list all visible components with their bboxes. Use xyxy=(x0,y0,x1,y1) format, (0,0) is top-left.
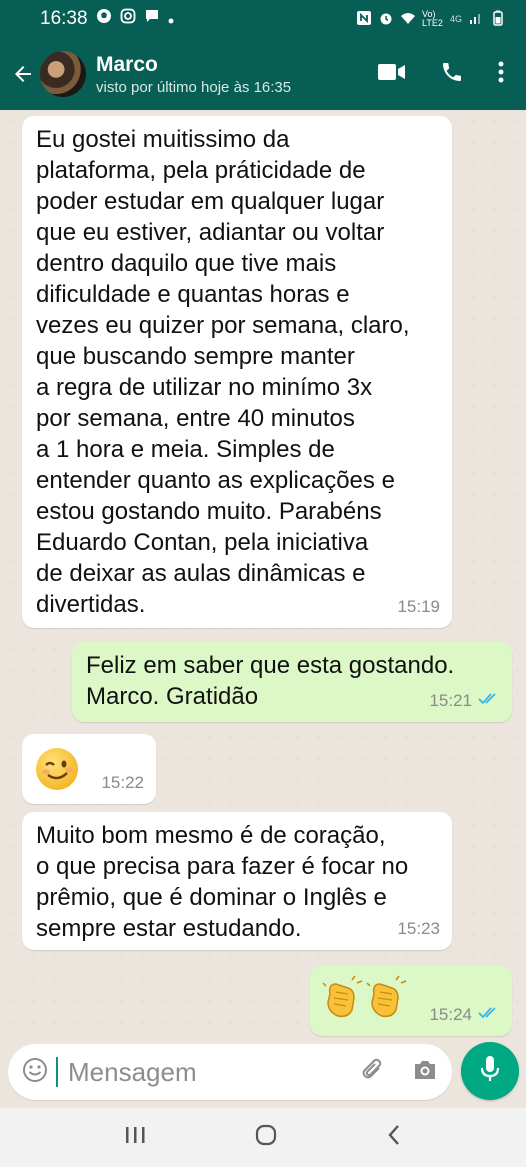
home-icon[interactable] xyxy=(254,1123,278,1152)
voice-message-button[interactable] xyxy=(461,1042,519,1100)
message-bubble-outgoing[interactable]: Feliz em saber que esta gostando. Marco.… xyxy=(72,642,512,722)
message-bubble-incoming[interactable]: Muito bom mesmo é de coração, o que prec… xyxy=(22,812,452,950)
camera-icon[interactable] xyxy=(412,1058,438,1087)
clapping-hands-icon xyxy=(322,974,364,1020)
text-cursor xyxy=(56,1057,58,1087)
chat-header: Marco visto por último hoje às 16:35 xyxy=(0,38,526,110)
video-call-icon[interactable] xyxy=(378,62,406,87)
message-time: 15:24 xyxy=(429,1005,472,1024)
message-text: Eu gostei muitissimo da plataforma, pela… xyxy=(36,126,410,618)
message-input[interactable] xyxy=(68,1056,308,1088)
recent-apps-icon[interactable] xyxy=(124,1125,146,1150)
signal-label: 4G xyxy=(449,14,462,24)
message-time: 15:19 xyxy=(397,597,440,616)
wifi-icon xyxy=(400,10,416,29)
instagram-icon xyxy=(120,8,136,30)
winking-smile-emoji-icon xyxy=(36,748,78,790)
message-text: Muito bom mesmo é de coração, o que prec… xyxy=(36,822,409,942)
message-bubble-incoming[interactable]: Eu gostei muitissimo da plataforma, pela… xyxy=(22,116,452,628)
voice-call-icon[interactable] xyxy=(440,60,464,89)
signal-icon xyxy=(468,10,484,29)
contact-info[interactable]: Marco visto por último hoje às 16:35 xyxy=(96,53,291,96)
status-bar: 16:38 Vo) LTE2 4G xyxy=(0,0,526,38)
chat-notification-icon xyxy=(144,8,160,30)
attach-icon[interactable] xyxy=(360,1057,386,1088)
nfc-icon xyxy=(356,10,372,29)
message-time: 15:22 xyxy=(101,773,144,792)
read-receipt-icon xyxy=(478,685,500,716)
message-bubble-incoming-emoji[interactable]: 15:22 xyxy=(22,734,156,804)
battery-icon xyxy=(490,10,506,29)
back-nav-icon[interactable] xyxy=(386,1123,402,1152)
microphone-icon xyxy=(479,1055,501,1088)
last-seen-status: visto por último hoje às 16:35 xyxy=(96,78,292,96)
message-list[interactable]: Eu gostei muitissimo da plataforma, pela… xyxy=(0,110,526,1040)
more-options-icon[interactable] xyxy=(498,60,504,89)
status-time: 16:38 xyxy=(40,8,88,29)
dot-icon xyxy=(168,8,174,30)
notification-icon-soccer xyxy=(96,8,112,30)
message-time: 15:23 xyxy=(397,919,440,938)
system-navigation-bar xyxy=(0,1108,526,1167)
message-bubble-outgoing-emoji[interactable]: 15:24 xyxy=(310,966,512,1036)
contact-name: Marco xyxy=(96,52,158,76)
network-label: Vo) LTE2 xyxy=(421,9,443,28)
message-composer xyxy=(8,1044,452,1100)
message-time: 15:21 xyxy=(429,691,472,710)
alarm-icon xyxy=(378,10,394,29)
back-arrow-icon[interactable] xyxy=(8,62,38,86)
contact-avatar[interactable] xyxy=(40,51,86,97)
emoji-picker-icon[interactable] xyxy=(22,1057,48,1088)
read-receipt-icon xyxy=(478,999,500,1030)
clapping-hands-icon xyxy=(366,974,408,1020)
